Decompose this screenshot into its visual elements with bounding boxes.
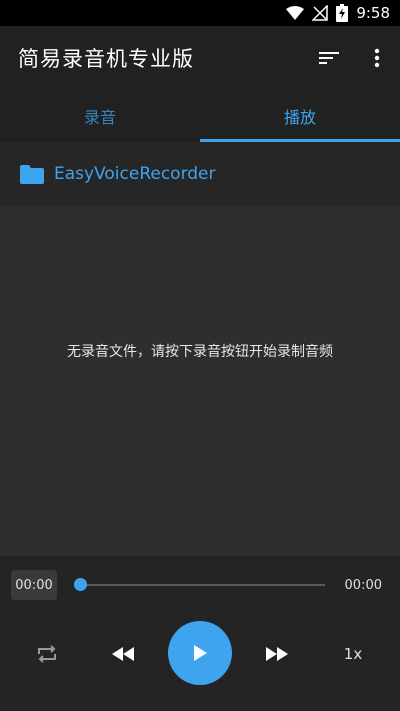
status-bar: 9:58 — [0, 0, 400, 26]
playback-controls: 1x — [0, 621, 400, 687]
app-title: 简易录音机专业版 — [18, 47, 194, 71]
no-signal-icon — [312, 5, 329, 21]
folder-bar[interactable]: EasyVoiceRecorder — [0, 142, 400, 206]
current-time: 00:00 — [11, 570, 57, 600]
play-icon — [193, 645, 207, 661]
recordings-list: 无录音文件，请按下录音按钮开始录制音频 — [0, 206, 400, 556]
rewind-icon[interactable] — [108, 621, 138, 687]
app-bar: 简易录音机专业版 — [0, 26, 400, 90]
speed-label: 1x — [343, 645, 363, 663]
total-time: 00:00 — [344, 577, 382, 593]
repeat-icon[interactable] — [32, 621, 62, 687]
tab-bar: 录音 播放 — [0, 90, 400, 142]
play-button[interactable] — [168, 621, 232, 685]
speed-button[interactable]: 1x — [338, 621, 368, 687]
fast-forward-icon[interactable] — [262, 621, 292, 687]
tab-record[interactable]: 录音 — [0, 90, 200, 142]
app-actions — [316, 26, 390, 90]
tab-playback[interactable]: 播放 — [200, 90, 400, 142]
wifi-icon — [286, 6, 305, 20]
tab-playback-label: 播放 — [283, 108, 316, 127]
seek-thumb[interactable] — [74, 578, 87, 591]
player-panel: 00:00 00:00 1x — [0, 556, 400, 711]
tab-record-label: 录音 — [83, 108, 116, 127]
status-time: 9:58 — [356, 4, 390, 22]
folder-name: EasyVoiceRecorder — [54, 164, 216, 184]
seek-bar[interactable] — [80, 584, 325, 586]
empty-message: 无录音文件，请按下录音按钮开始录制音频 — [67, 344, 333, 360]
seek-row: 00:00 00:00 — [0, 570, 400, 602]
more-vert-icon[interactable] — [364, 45, 390, 71]
sort-icon[interactable] — [316, 45, 342, 71]
battery-charging-icon — [336, 4, 349, 22]
folder-icon — [20, 164, 44, 184]
